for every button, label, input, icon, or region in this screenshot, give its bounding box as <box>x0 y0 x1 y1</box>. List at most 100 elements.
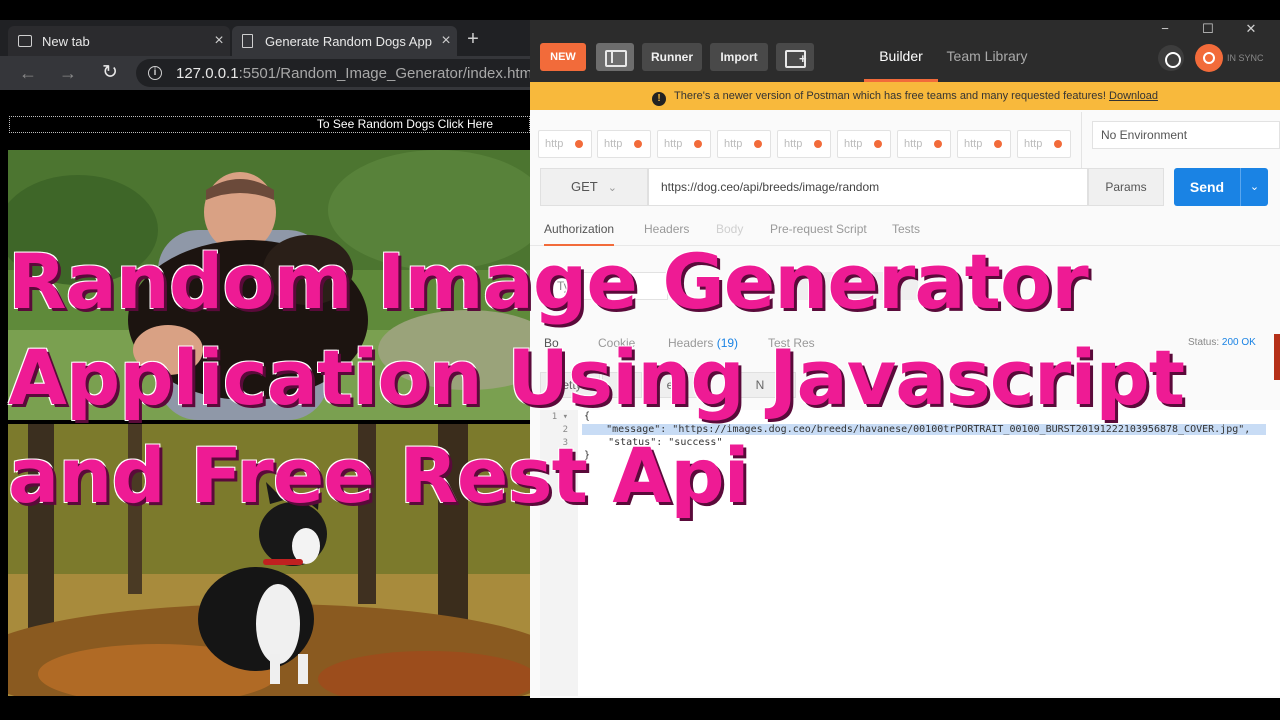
divider <box>1081 112 1082 168</box>
dog-image-boston-terrier <box>8 424 530 696</box>
request-tab[interactable]: http <box>957 130 1011 158</box>
download-link[interactable]: Download <box>1109 90 1158 102</box>
banner-text: There's a newer version of Postman which… <box>674 90 1110 102</box>
new-tab-button[interactable]: + <box>462 28 484 50</box>
bottom-bar <box>0 698 1280 720</box>
response-body-editor[interactable]: 1 ▾ 2 3 4 { "message": "https://images.d… <box>540 410 1280 696</box>
tab-cookies[interactable]: Cookie <box>598 336 635 350</box>
line-number: 3 <box>562 438 568 448</box>
status-label: Status: <box>1188 337 1220 348</box>
line-number: 1 ▾ <box>551 412 568 422</box>
method-select[interactable]: GET ⌄ <box>540 168 648 206</box>
sync-icon[interactable] <box>1195 44 1223 72</box>
request-tab-label: http <box>604 138 623 150</box>
close-icon[interactable]: ✕ <box>1236 20 1266 38</box>
headers-count: (19) <box>716 336 739 350</box>
chevron-down-icon[interactable]: ⌄ <box>1240 168 1268 206</box>
address-bar[interactable]: i 127.0.0.1:5501/Random_Image_Generator/… <box>136 59 530 87</box>
chevron-down-icon: ⌄ <box>607 182 617 194</box>
unsaved-dot-icon <box>575 140 583 148</box>
tab-body[interactable]: Body <box>716 220 743 246</box>
line-number: 4 <box>562 451 568 461</box>
tab-prerequest-script[interactable]: Pre-request Script <box>770 220 867 246</box>
request-url-input[interactable]: https://dog.ceo/api/breeds/image/random <box>648 168 1088 206</box>
code-line: } <box>584 450 591 461</box>
browser-tabstrip: New tab × Generate Random Dogs App using… <box>0 20 530 56</box>
request-section-tabs: Authorization Headers Body Pre-request S… <box>530 220 1280 246</box>
response-format-bar: retty w ev N <box>540 372 820 400</box>
environment-select[interactable]: No Environment <box>1092 121 1280 149</box>
update-banner: ! There's a newer version of Postman whic… <box>530 82 1280 110</box>
request-tab[interactable]: http <box>777 130 831 158</box>
tab-builder[interactable]: Builder <box>864 48 938 82</box>
request-tab[interactable]: http <box>657 130 711 158</box>
browser-toolbar: ← → ↻ i 127.0.0.1:5501/Random_Image_Gene… <box>0 56 530 90</box>
request-tab[interactable]: http <box>837 130 891 158</box>
browser-window: New tab × Generate Random Dogs App using… <box>0 20 530 698</box>
unsaved-dot-icon <box>634 140 642 148</box>
headers-label: Headers <box>668 336 714 350</box>
request-tab[interactable]: http <box>717 130 771 158</box>
screen: New tab × Generate Random Dogs App using… <box>0 0 1280 720</box>
document-icon <box>242 34 253 48</box>
forward-arrow-icon[interactable]: → <box>56 62 80 84</box>
tab-authorization[interactable]: Authorization <box>544 220 615 246</box>
params-button[interactable]: Params <box>1088 168 1164 206</box>
request-tabs-bar: http http http http http http http http … <box>538 130 1074 158</box>
maximize-icon[interactable]: ☐ <box>1193 20 1223 38</box>
tab-response-body[interactable]: Bo <box>544 336 559 350</box>
warning-icon: ! <box>652 92 667 106</box>
info-icon[interactable]: i <box>148 66 162 80</box>
url-host: 127.0.0.1 <box>176 64 239 82</box>
tab-title: New tab <box>42 33 90 49</box>
random-dogs-button[interactable]: To See Random Dogs Click Here <box>9 116 530 133</box>
unsaved-dot-icon <box>934 140 942 148</box>
reload-icon[interactable]: ↻ <box>98 62 122 84</box>
browser-tab-random-dogs[interactable]: Generate Random Dogs App using × <box>232 26 457 56</box>
code-line: "status": "success" <box>584 437 723 448</box>
runner-button[interactable]: Runner <box>642 43 702 71</box>
preview-button[interactable]: ev <box>644 372 702 398</box>
postman-header: − ☐ ✕ NEW Runner Import Builder Team Lib… <box>530 20 1280 82</box>
tab-title: Generate Random Dogs App using <box>265 33 435 49</box>
new-window-icon[interactable] <box>776 43 814 71</box>
sync-status: IN SYNC <box>1227 53 1264 63</box>
dog-image-man-with-dog <box>8 150 530 420</box>
unsaved-dot-icon <box>1054 140 1062 148</box>
pretty-button[interactable]: retty <box>540 372 600 398</box>
send-button[interactable]: Send <box>1174 168 1240 206</box>
tab-tests[interactable]: Tests <box>892 220 920 246</box>
request-tab[interactable]: http <box>597 130 651 158</box>
close-icon[interactable]: × <box>208 32 230 50</box>
url-path: :5501/Random_Image_Generator/index.html <box>238 64 530 82</box>
response-type-select[interactable]: N <box>724 372 796 398</box>
scroll-accent <box>1274 334 1280 380</box>
sidebar-toggle-icon[interactable] <box>596 43 634 71</box>
line-number: 2 <box>562 425 568 435</box>
raw-button[interactable]: w <box>602 372 642 398</box>
request-tab[interactable]: http <box>1017 130 1071 158</box>
minimize-icon[interactable]: − <box>1150 20 1180 38</box>
tab-test-results[interactable]: Test Res <box>768 336 815 350</box>
auth-type-select[interactable]: Typ <box>548 272 668 300</box>
request-tab[interactable]: http <box>538 130 592 158</box>
back-arrow-icon[interactable]: ← <box>16 62 40 84</box>
response-status: Status: 200 OK <box>1188 337 1256 348</box>
request-tab[interactable]: http <box>897 130 951 158</box>
request-tab-label: http <box>964 138 983 150</box>
browser-tab-new-tab[interactable]: New tab × <box>8 26 230 56</box>
code-line: { <box>584 411 591 422</box>
new-button[interactable]: NEW <box>540 43 586 71</box>
import-button[interactable]: Import <box>710 43 768 71</box>
tab-headers[interactable]: Headers <box>644 220 689 246</box>
tab-team-library[interactable]: Team Library <box>944 48 1030 82</box>
request-tab-label: http <box>904 138 923 150</box>
newtab-page-icon <box>18 35 32 47</box>
request-tab-label: http <box>664 138 683 150</box>
update-request-button[interactable] <box>782 272 918 300</box>
interceptor-icon[interactable] <box>1158 45 1184 71</box>
tab-response-headers[interactable]: Headers (19) <box>668 336 738 350</box>
page-viewport: To See Random Dogs Click Here <box>0 90 530 698</box>
unsaved-dot-icon <box>874 140 882 148</box>
close-icon[interactable]: × <box>435 32 457 50</box>
